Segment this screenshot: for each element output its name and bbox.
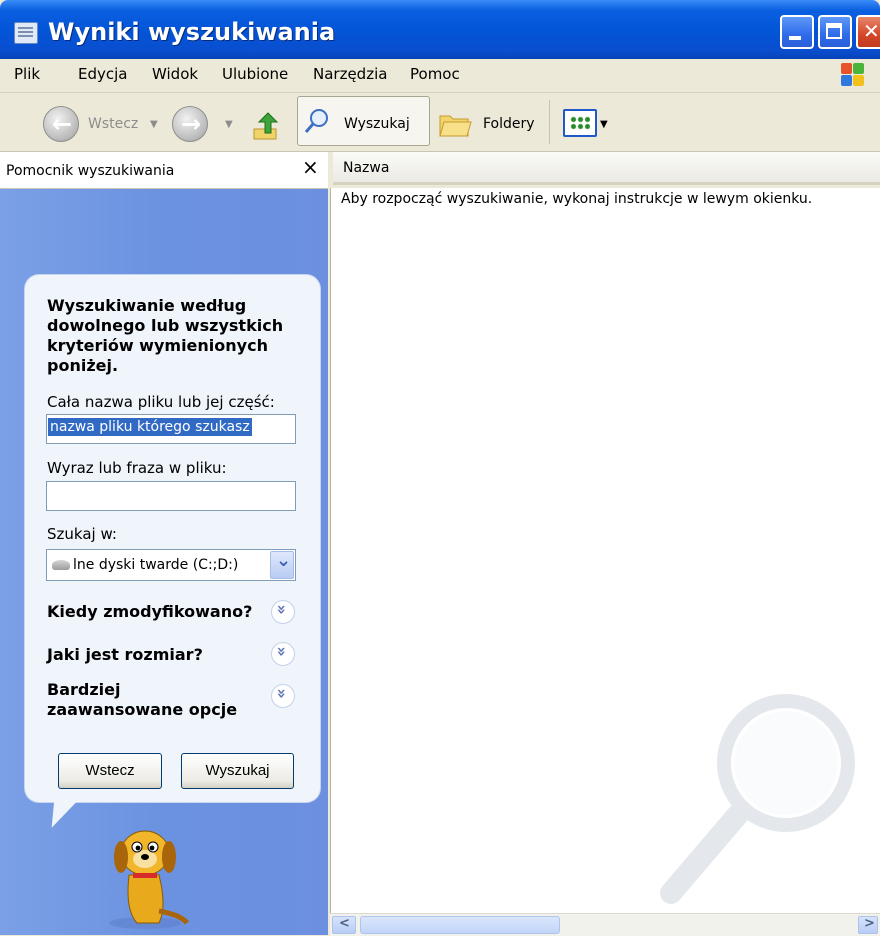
look-in-label: Szukaj w:	[47, 525, 117, 543]
advanced-options-label[interactable]: Bardziej zaawansowane opcje	[47, 680, 247, 720]
menu-tools[interactable]: Narzędzia	[313, 65, 387, 83]
filename-input[interactable]: nazwa pliku którego szukasz	[46, 414, 296, 444]
hard-drive-icon	[52, 560, 70, 570]
when-modified-label[interactable]: Kiedy zmodyfikowano?	[47, 602, 252, 622]
folders-button-label[interactable]: Foldery	[483, 116, 535, 132]
forward-dropdown-icon[interactable]: ▼	[225, 119, 233, 130]
chevron-down-icon[interactable]	[270, 550, 294, 579]
search-heading: Wyszukiwanie według dowolnego lub wszyst…	[47, 296, 284, 375]
size-label[interactable]: Jaki jest rozmiar?	[47, 645, 203, 665]
folder-up-icon[interactable]	[250, 109, 282, 141]
column-header-name[interactable]: Nazwa	[333, 152, 880, 185]
results-pane[interactable]: Aby rozpocząć wyszukiwanie, wykonaj inst…	[330, 188, 880, 935]
magnifier-watermark-icon	[660, 694, 855, 904]
column-header-label: Nazwa	[343, 160, 390, 176]
filename-label: Cała nazwa pliku lub jej część:	[47, 393, 275, 411]
scroll-left-icon[interactable]	[332, 916, 356, 934]
menu-view[interactable]: Widok	[152, 65, 198, 83]
horizontal-scrollbar[interactable]	[330, 913, 880, 936]
look-in-value: lne dyski twarde (C:;D:)	[73, 557, 239, 573]
scroll-thumb[interactable]	[360, 916, 560, 934]
phrase-label: Wyraz lub fraza w pliku:	[47, 459, 227, 477]
results-instruction: Aby rozpocząć wyszukiwanie, wykonaj inst…	[341, 191, 813, 207]
title-bar: Wyniki wyszukiwania	[0, 0, 880, 59]
search-pane-header: Pomocnik wyszukiwania ×	[0, 152, 328, 189]
back-button-label[interactable]: Wstecz	[88, 116, 138, 132]
search-dog-icon[interactable]	[95, 815, 195, 933]
menu-bar: Plik Edycja Widok Ulubione Narzędzia Pom…	[0, 59, 880, 93]
menu-file[interactable]: Plik	[14, 65, 40, 83]
folders-icon[interactable]	[438, 110, 472, 138]
window-title: Wyniki wyszukiwania	[48, 18, 336, 46]
window-icon[interactable]	[14, 22, 38, 44]
forward-arrow-icon[interactable]	[172, 106, 208, 142]
back-arrow-icon[interactable]	[43, 106, 79, 142]
expand-when-modified-icon[interactable]	[271, 600, 295, 624]
toolbar-separator	[549, 100, 550, 144]
expand-advanced-icon[interactable]	[271, 684, 295, 708]
pane-search-button[interactable]: Wyszukaj	[181, 753, 294, 789]
look-in-select[interactable]: lne dyski twarde (C:;D:)	[46, 549, 296, 581]
menu-help[interactable]: Pomoc	[410, 65, 460, 83]
pane-header: Pomocnik wyszukiwania × Nazwa	[0, 152, 880, 189]
pane-close-icon[interactable]: ×	[302, 155, 319, 179]
views-dropdown-icon[interactable]: ▼	[600, 119, 608, 130]
minimize-button[interactable]	[780, 15, 814, 49]
back-dropdown-icon[interactable]: ▼	[150, 119, 158, 130]
search-button-label: Wyszukaj	[344, 116, 410, 132]
views-icon[interactable]	[563, 109, 597, 137]
close-button[interactable]	[856, 15, 880, 49]
menu-favorites[interactable]: Ulubione	[222, 65, 288, 83]
scroll-right-icon[interactable]	[858, 916, 878, 934]
expand-size-icon[interactable]	[271, 642, 295, 666]
maximize-button[interactable]	[818, 15, 852, 49]
phrase-input[interactable]	[46, 481, 296, 511]
search-pane-title: Pomocnik wyszukiwania	[6, 163, 175, 179]
menu-edit[interactable]: Edycja	[78, 65, 127, 83]
filename-input-value: nazwa pliku którego szukasz	[48, 418, 252, 436]
pane-back-button[interactable]: Wstecz	[58, 753, 162, 789]
windows-logo-icon	[840, 62, 866, 88]
search-icon	[304, 109, 328, 133]
